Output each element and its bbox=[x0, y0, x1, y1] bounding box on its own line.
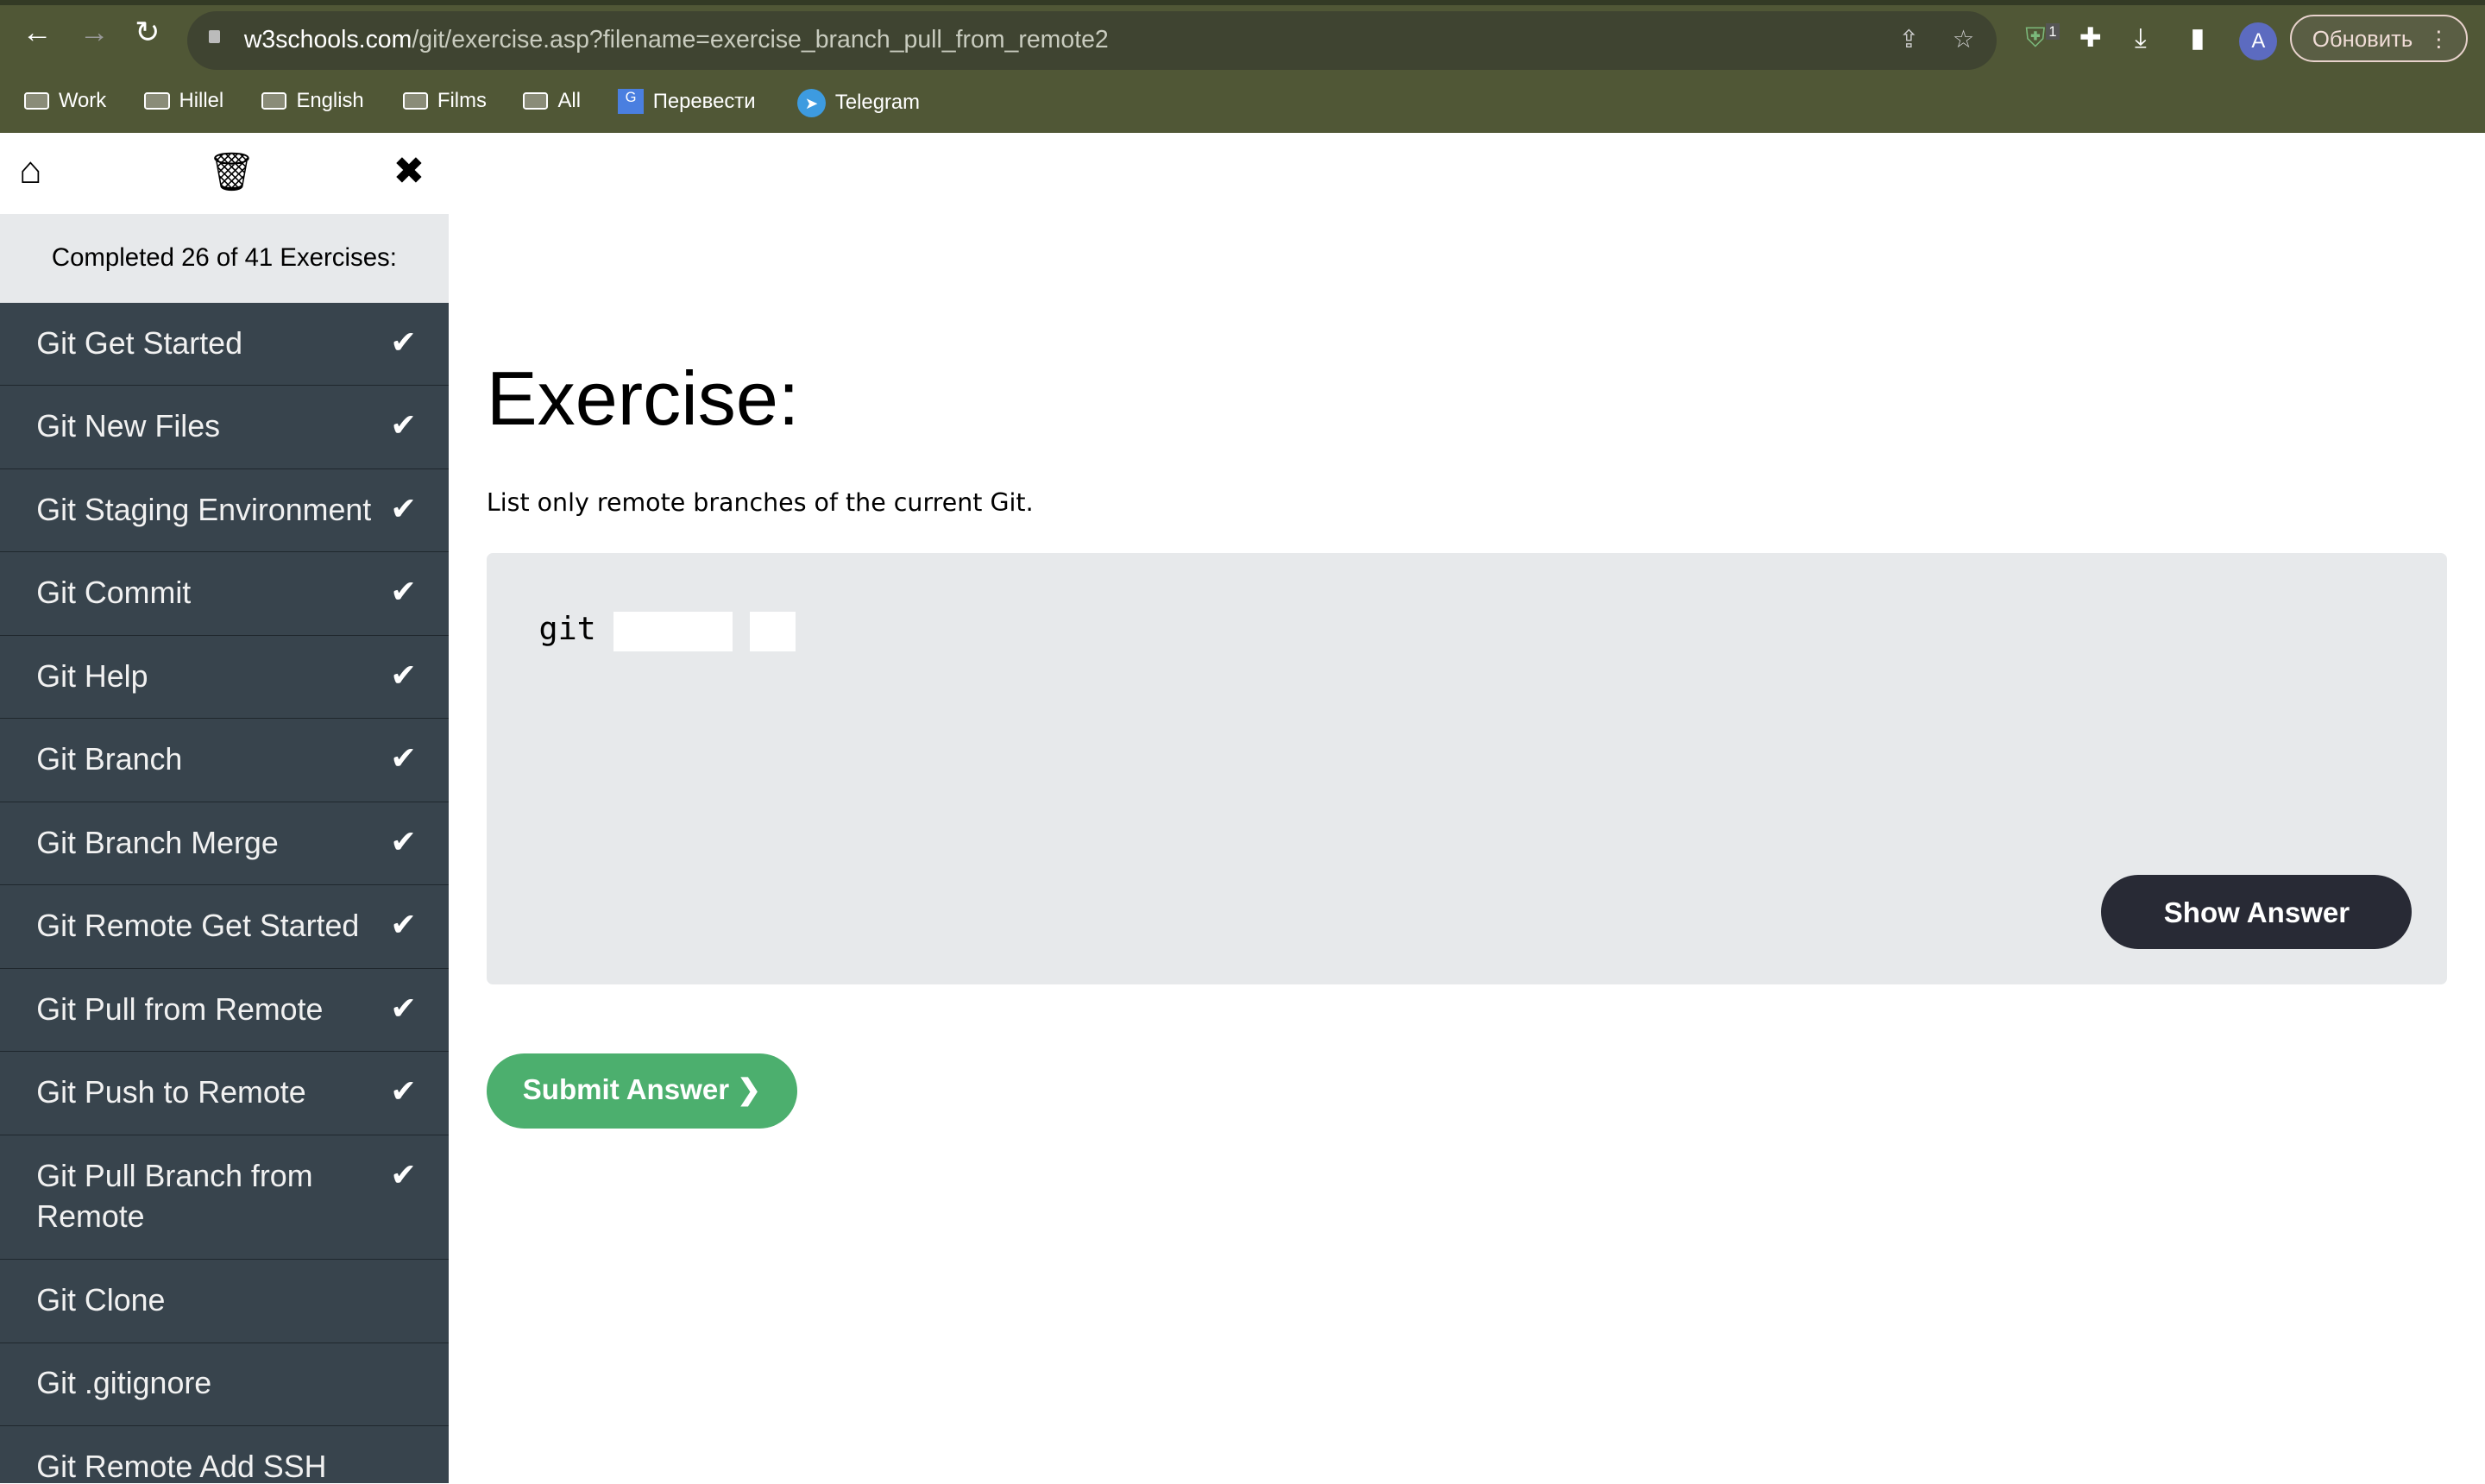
avatar[interactable]: A bbox=[2239, 22, 2278, 60]
check-icon: ✔ bbox=[390, 823, 418, 859]
bookmark-films[interactable]: Films bbox=[402, 89, 487, 113]
home-icon[interactable]: ⌂ bbox=[19, 149, 42, 192]
answer-input-1[interactable] bbox=[613, 611, 733, 651]
check-icon: ✔ bbox=[390, 657, 418, 693]
sidebar-item-label: Git Clone bbox=[36, 1282, 166, 1317]
sidebar-item-label: Git Remote Add SSH bbox=[36, 1449, 327, 1484]
check-icon: ✔ bbox=[390, 907, 418, 943]
page-title: Exercise: bbox=[486, 355, 800, 442]
sidebar-item[interactable]: Git Help ✔ bbox=[0, 636, 449, 720]
sidebar-item-label: Git Commit bbox=[36, 575, 192, 611]
download-icon[interactable]: ⤓ bbox=[2135, 22, 2147, 54]
bookmark-english[interactable]: English bbox=[261, 89, 364, 113]
star-icon[interactable]: ☆ bbox=[1953, 11, 1975, 70]
share-icon[interactable]: ⇪ bbox=[1898, 11, 1919, 70]
sidebar-item[interactable]: Git Remote Add SSH bbox=[0, 1426, 449, 1483]
code-prefix: git bbox=[538, 610, 596, 648]
folder-icon bbox=[523, 91, 549, 110]
sidebar-item[interactable]: Git Push to Remote ✔ bbox=[0, 1052, 449, 1135]
folder-icon bbox=[402, 91, 428, 110]
bookmark-work[interactable]: Work bbox=[23, 89, 106, 113]
adguard-shield-icon[interactable]: ⛨ 1 bbox=[2025, 22, 2060, 54]
answer-input-2[interactable] bbox=[749, 611, 796, 651]
url-path: /git/exercise.asp?filename=exercise_bran… bbox=[412, 25, 1109, 53]
check-icon: ✔ bbox=[390, 324, 418, 360]
sidebar-item[interactable]: Git Branch Merge ✔ bbox=[0, 802, 449, 886]
sidebar-item-label: Git Branch bbox=[36, 742, 183, 777]
trash-icon[interactable]: 🗑 bbox=[208, 149, 256, 194]
sidebar-item[interactable]: Git New Files ✔ bbox=[0, 386, 449, 469]
folder-icon bbox=[144, 91, 170, 110]
check-icon: ✔ bbox=[390, 574, 418, 610]
extensions-icon[interactable]: ✚ bbox=[2079, 22, 2102, 53]
exercise-main: Exercise: List only remote branches of t… bbox=[449, 133, 2485, 1483]
folder-icon bbox=[261, 91, 287, 110]
sidebar-item[interactable]: Git .gitignore bbox=[0, 1343, 449, 1427]
check-icon: ✔ bbox=[390, 740, 418, 777]
update-button[interactable]: Обновить ⋮ bbox=[2290, 14, 2468, 62]
code-box: git Show Answer bbox=[486, 553, 2447, 984]
telegram-icon: ➤ bbox=[796, 88, 826, 117]
address-bar[interactable]: w3schools.com/git/exercise.asp?filename=… bbox=[186, 10, 1997, 70]
bookmark-translate[interactable]: G Перевести bbox=[618, 88, 756, 115]
sidebar-item-label: Git .gitignore bbox=[36, 1366, 212, 1401]
reload-icon[interactable]: ↻ bbox=[135, 16, 160, 50]
sidebar-item-label: Git Remote Get Started bbox=[36, 909, 360, 944]
sidebar-item-label: Git Pull Branch from Remote bbox=[36, 1158, 313, 1235]
sidebar-item[interactable]: Git Get Started ✔ bbox=[0, 303, 449, 387]
google-translate-icon: G bbox=[618, 88, 644, 115]
lock-icon bbox=[209, 29, 221, 43]
exercise-description: List only remote branches of the current… bbox=[486, 487, 1034, 517]
check-icon: ✔ bbox=[390, 990, 418, 1026]
check-icon: ✔ bbox=[390, 1073, 418, 1110]
sidebar-item[interactable]: Git Pull from Remote ✔ bbox=[0, 969, 449, 1053]
sidebar-item[interactable]: Git Remote Get Started ✔ bbox=[0, 885, 449, 969]
sidepanel-icon[interactable]: ▮ bbox=[2190, 22, 2205, 53]
exercise-sidebar: ⌂ 🗑 ✖ Completed 26 of 41 Exercises: Git … bbox=[0, 133, 449, 1484]
browser-toolbar: ← → ↻ w3schools.com/git/exercise.asp?fil… bbox=[0, 0, 2485, 134]
check-icon: ✔ bbox=[390, 407, 418, 443]
progress-text: Completed 26 of 41 Exercises: bbox=[0, 213, 449, 303]
sidebar-item-label: Git Staging Environment bbox=[36, 492, 372, 527]
forward-icon[interactable]: → bbox=[79, 16, 110, 50]
sidebar-item[interactable]: Git Pull Branch from Remote ✔ bbox=[0, 1135, 449, 1261]
sidebar-item-label: Git New Files bbox=[36, 409, 221, 444]
back-icon[interactable]: ← bbox=[22, 16, 53, 50]
show-answer-button[interactable]: Show Answer bbox=[2101, 874, 2413, 950]
sidebar-item[interactable]: Git Commit ✔ bbox=[0, 552, 449, 636]
url-domain: w3schools.com bbox=[243, 25, 412, 53]
sidebar-item-label: Git Branch Merge bbox=[36, 825, 279, 860]
sidebar-item[interactable]: Git Branch ✔ bbox=[0, 719, 449, 802]
bookmark-hillel[interactable]: Hillel bbox=[144, 89, 223, 113]
folder-icon bbox=[23, 91, 49, 110]
sidebar-item-label: Git Push to Remote bbox=[36, 1075, 306, 1110]
sidebar-item[interactable]: Git Staging Environment ✔ bbox=[0, 469, 449, 553]
check-icon: ✔ bbox=[390, 490, 418, 526]
submit-answer-button[interactable]: Submit Answer ❯ bbox=[486, 1053, 797, 1129]
bookmark-all[interactable]: All bbox=[523, 89, 581, 113]
sidebar-item-label: Git Help bbox=[36, 658, 148, 694]
sidebar-item-label: Git Get Started bbox=[36, 325, 242, 361]
bookmark-telegram[interactable]: ➤ Telegram bbox=[796, 88, 920, 117]
check-icon: ✔ bbox=[390, 1156, 418, 1192]
close-icon[interactable]: ✖ bbox=[393, 149, 425, 193]
sidebar-item[interactable]: Git Clone bbox=[0, 1260, 449, 1343]
sidebar-item-label: Git Pull from Remote bbox=[36, 991, 324, 1027]
